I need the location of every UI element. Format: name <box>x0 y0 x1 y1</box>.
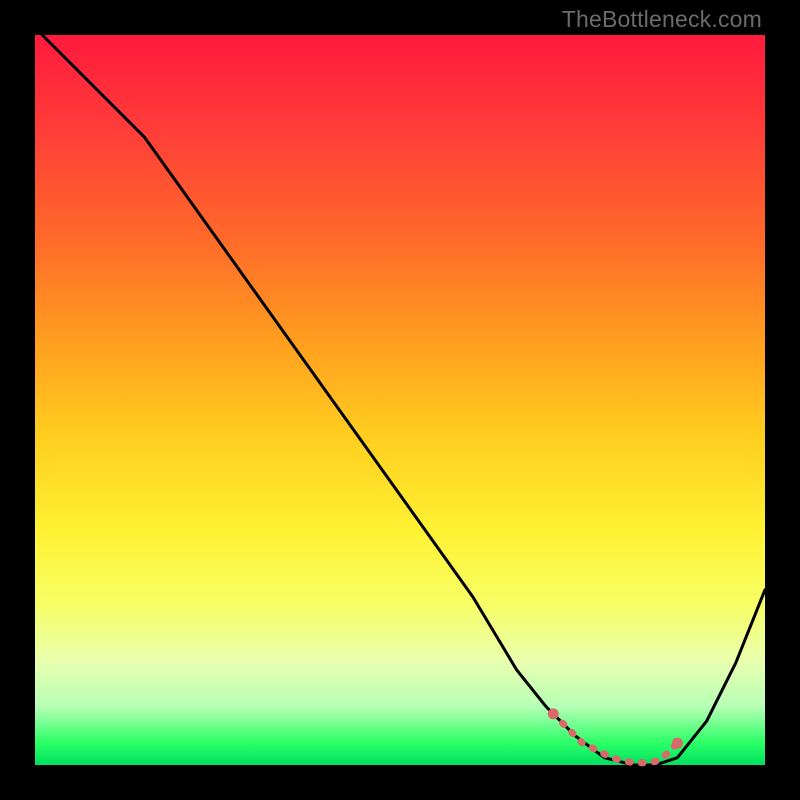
chart-frame: TheBottleneck.com <box>0 0 800 800</box>
chart-svg <box>35 35 765 765</box>
bottleneck-curve <box>42 35 765 765</box>
watermark-text: TheBottleneck.com <box>562 6 762 33</box>
optimal-markers <box>548 708 683 762</box>
